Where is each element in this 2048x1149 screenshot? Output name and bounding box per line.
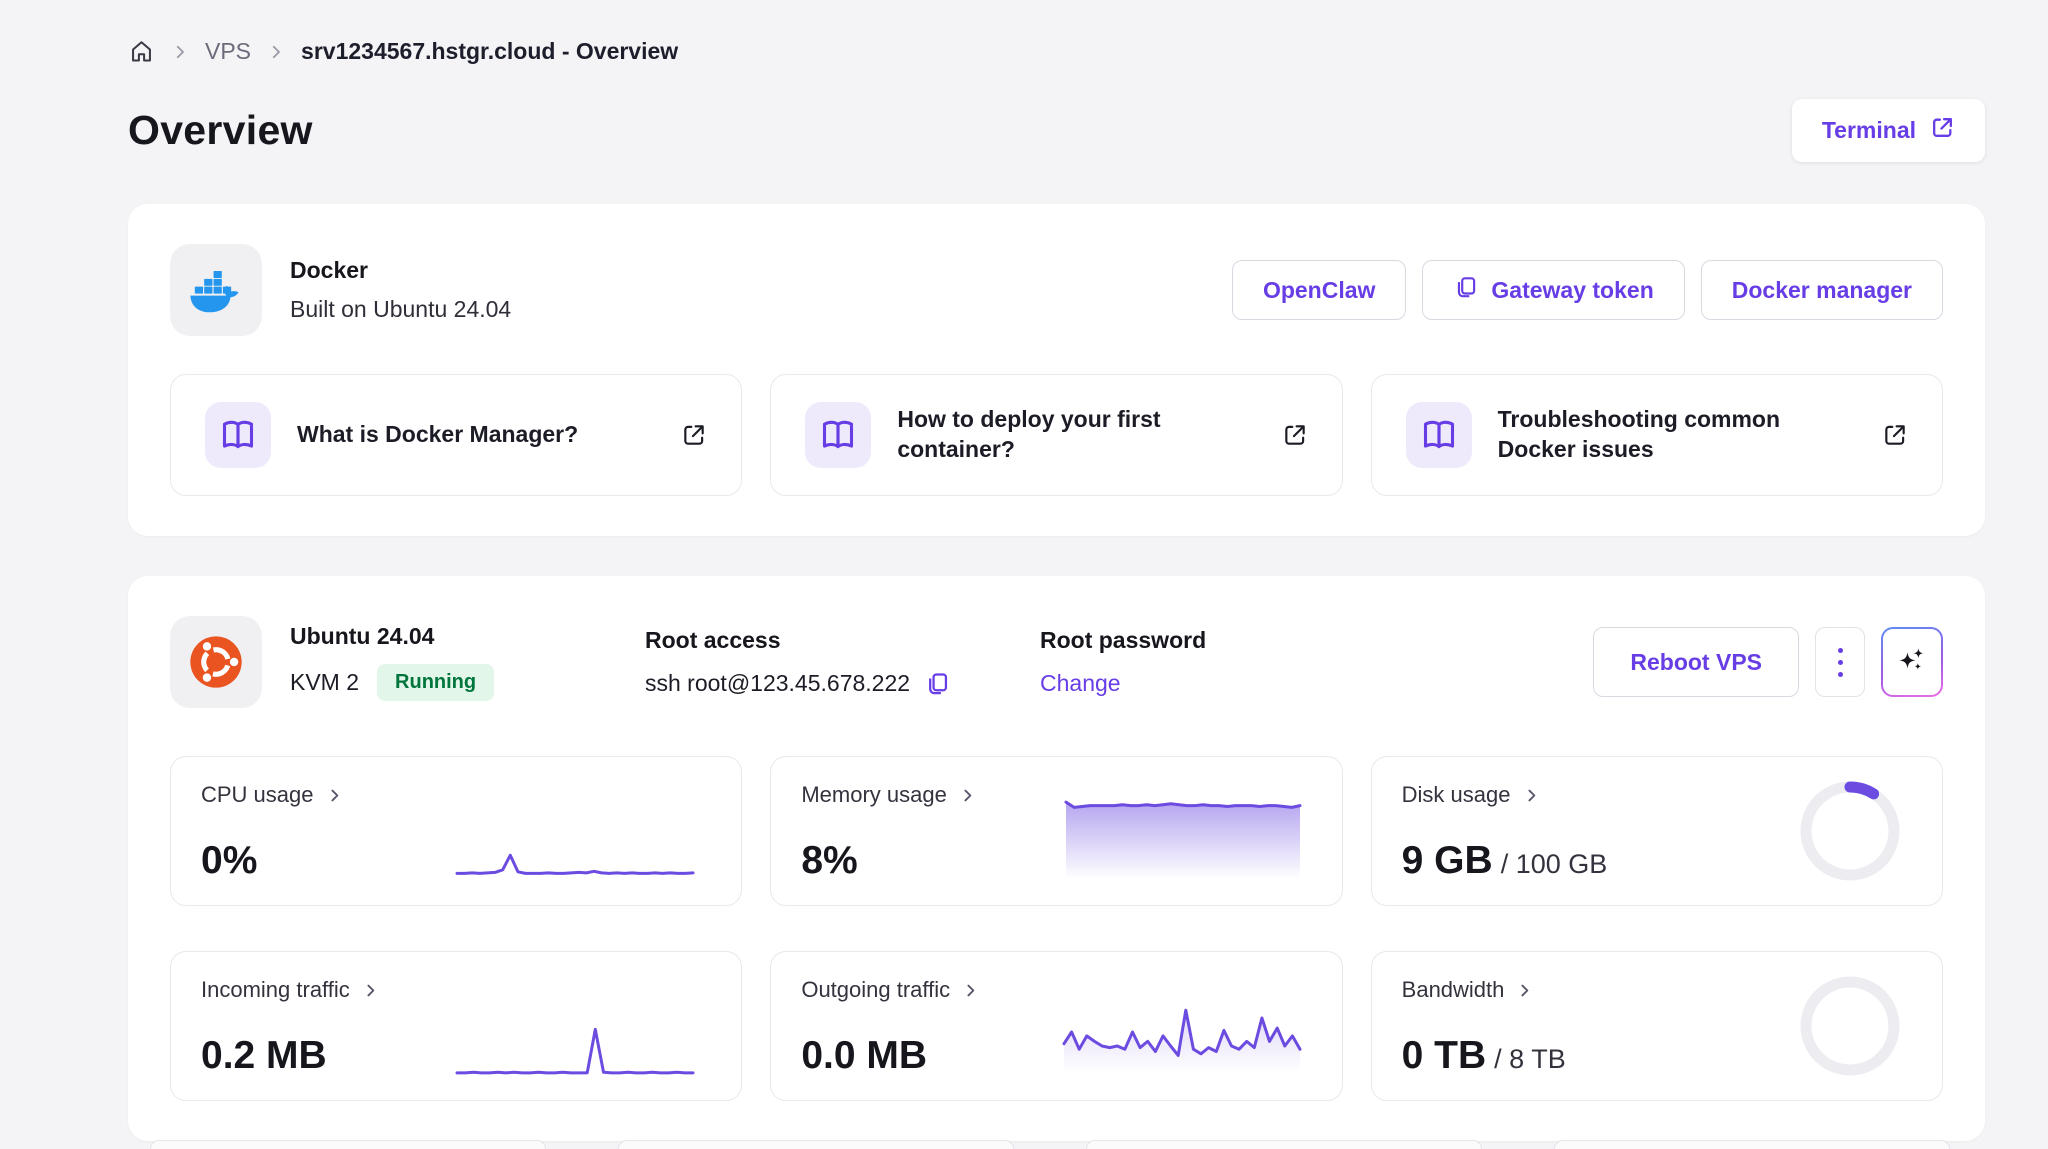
book-icon — [805, 402, 872, 468]
chevron-right-icon — [962, 982, 979, 999]
plan-name: KVM 2 — [290, 669, 360, 695]
reboot-vps-button[interactable]: Reboot VPS — [1593, 627, 1799, 697]
openclaw-button[interactable]: OpenClaw — [1231, 260, 1407, 320]
help-link-label: Troubleshooting common Docker issues — [1497, 406, 1781, 462]
status-badge: Running — [377, 664, 495, 701]
cpu-usage-link[interactable]: CPU usage — [201, 782, 343, 808]
external-link-icon — [1282, 422, 1308, 448]
memory-usage-sparkline — [1064, 785, 1302, 879]
breadcrumb-current: srv1234567.hstgr.cloud - Overview — [301, 38, 679, 64]
chevron-right-icon — [959, 787, 976, 804]
next-card-peek — [618, 1140, 1014, 1149]
metric-label: CPU usage — [201, 782, 314, 807]
metric-label: Incoming traffic — [201, 977, 350, 1002]
change-password-link[interactable]: Change — [1040, 670, 1121, 697]
chevron-right-icon — [362, 982, 379, 999]
docker-manager-button-label: Docker manager — [1731, 276, 1912, 303]
external-link-icon — [1930, 115, 1955, 146]
next-card-peek — [1554, 1140, 1950, 1149]
book-icon — [1405, 402, 1472, 468]
chevron-right-icon — [1516, 982, 1533, 999]
bandwidth-donut — [1800, 976, 1900, 1076]
openclaw-button-label: OpenClaw — [1262, 276, 1376, 303]
breadcrumb: VPS srv1234567.hstgr.cloud - Overview — [128, 0, 1985, 65]
metric-label: Disk usage — [1401, 782, 1511, 807]
more-options-kebab-button[interactable] — [1815, 627, 1865, 697]
metric-card-disk-usage: Disk usage 9 GB/ 100 GB — [1370, 756, 1943, 906]
ubuntu-logo-icon — [170, 616, 262, 708]
chevron-right-icon — [1523, 787, 1540, 804]
outgoing-traffic-link[interactable]: Outgoing traffic — [801, 977, 979, 1003]
metric-card-incoming-traffic: Incoming traffic 0.2 MB — [170, 951, 743, 1101]
book-icon — [205, 402, 271, 468]
help-link-label: How to deploy your first container? — [897, 406, 1161, 462]
gateway-token-button-label: Gateway token — [1491, 276, 1654, 303]
root-access-value: ssh root@123.45.678.222 — [645, 670, 911, 696]
metric-value: 9 GB — [1401, 839, 1493, 882]
memory-usage-link[interactable]: Memory usage — [801, 782, 976, 808]
root-access-label: Root access — [645, 627, 781, 653]
help-link-what-is-docker-manager[interactable]: What is Docker Manager? — [170, 374, 743, 496]
metric-value: 0.2 MB — [201, 1034, 327, 1077]
metric-card-memory-usage: Memory usage 8% — [770, 756, 1343, 906]
metric-card-bandwidth: Bandwidth 0 TB/ 8 TB — [1370, 951, 1943, 1101]
page-title: Overview — [128, 107, 313, 153]
help-link-label: What is Docker Manager? — [297, 421, 579, 448]
metric-suffix: / 100 GB — [1500, 849, 1608, 879]
chevron-right-icon — [171, 43, 189, 61]
metric-card-outgoing-traffic: Outgoing traffic 0.0 MB — [770, 951, 1343, 1101]
main-content: VPS srv1234567.hstgr.cloud - Overview Ov… — [128, 0, 1985, 1141]
reboot-vps-button-label: Reboot VPS — [1630, 648, 1762, 675]
metric-card-cpu-usage: CPU usage 0% — [170, 756, 743, 906]
metric-value: 8% — [801, 839, 858, 882]
docker-manager-button[interactable]: Docker manager — [1700, 260, 1943, 320]
metric-value: 0.0 MB — [801, 1034, 928, 1077]
help-link-deploy-first-container[interactable]: How to deploy your first container? — [770, 374, 1343, 496]
disk-usage-donut — [1800, 781, 1900, 881]
next-card-peek — [150, 1140, 546, 1149]
copy-icon — [1453, 274, 1479, 306]
metric-suffix: / 8 TB — [1494, 1044, 1566, 1074]
chevron-right-icon — [326, 787, 343, 804]
ai-assistant-button[interactable] — [1881, 627, 1943, 697]
outgoing-traffic-sparkline — [1062, 990, 1302, 1074]
os-name: Ubuntu 24.04 — [290, 623, 435, 649]
docker-card: Docker Built on Ubuntu 24.04 OpenClaw Ga… — [128, 204, 1985, 536]
server-card: Ubuntu 24.04 KVM 2 Running Root access s… — [128, 576, 1985, 1141]
gateway-token-button[interactable]: Gateway token — [1422, 260, 1685, 320]
help-link-troubleshooting-docker[interactable]: Troubleshooting common Docker issues — [1370, 374, 1943, 496]
metric-value: 0% — [201, 839, 258, 882]
docker-card-title: Docker — [290, 257, 368, 283]
external-link-icon — [681, 422, 707, 448]
incoming-traffic-sparkline — [455, 1006, 695, 1080]
root-password-label: Root password — [1040, 627, 1207, 653]
metric-value: 0 TB — [1401, 1034, 1487, 1077]
breadcrumb-vps[interactable]: VPS — [205, 38, 251, 65]
external-link-icon — [1882, 422, 1908, 448]
docker-card-subtitle: Built on Ubuntu 24.04 — [290, 296, 512, 322]
docker-logo-icon — [170, 244, 262, 336]
metric-label: Bandwidth — [1401, 977, 1505, 1002]
copy-icon[interactable] — [924, 670, 951, 697]
terminal-button-label: Terminal — [1821, 117, 1916, 143]
metric-label: Outgoing traffic — [801, 977, 951, 1002]
metric-label: Memory usage — [801, 782, 947, 807]
sparkles-icon — [1896, 645, 1928, 680]
chevron-right-icon — [267, 43, 285, 61]
cpu-usage-sparkline — [455, 821, 695, 879]
next-row-cards-peek — [150, 1140, 1950, 1149]
terminal-button[interactable]: Terminal — [1791, 99, 1985, 162]
bandwidth-link[interactable]: Bandwidth — [1402, 977, 1534, 1003]
home-icon[interactable] — [128, 38, 155, 65]
disk-usage-link[interactable]: Disk usage — [1402, 782, 1540, 808]
next-card-peek — [1086, 1140, 1482, 1149]
incoming-traffic-link[interactable]: Incoming traffic — [201, 977, 379, 1003]
